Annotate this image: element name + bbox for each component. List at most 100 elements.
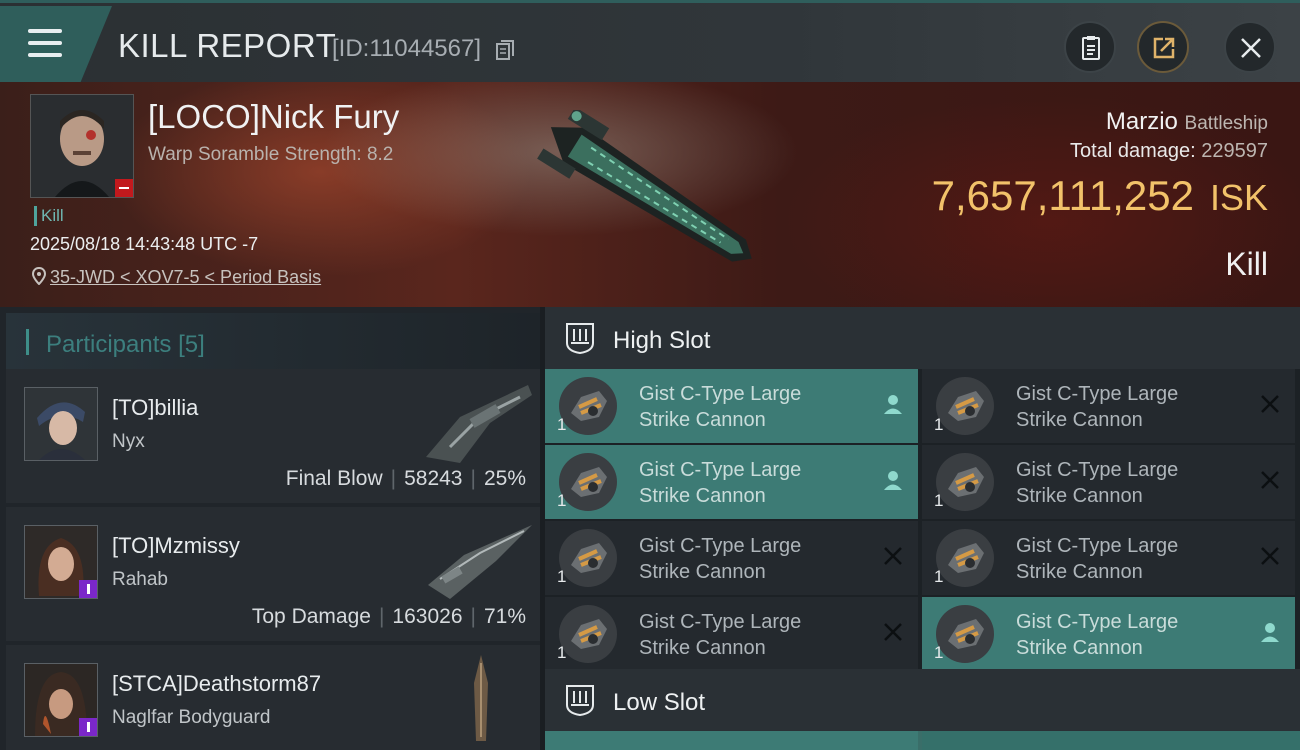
isk-loss: 7,657,111,252 ISK: [932, 172, 1268, 220]
participant-ship-image: [426, 385, 532, 463]
participant-ship-image: [474, 655, 488, 741]
high-slot-title: High Slot: [613, 327, 711, 354]
module-slot[interactable]: 1 Gist C-Type Large Strike Cannon: [922, 445, 1295, 519]
module-quantity: 1: [557, 567, 567, 586]
victim-name[interactable]: [LOCO]Nick Fury: [148, 98, 399, 136]
high-slot-icon: [566, 323, 594, 355]
module-slot[interactable]: 1 Gist C-Type Large Strike Cannon: [922, 369, 1295, 443]
cannon-module-icon: [936, 605, 994, 663]
participant-damage: 163026: [392, 605, 463, 628]
victim-ship: Marzio Battleship: [1106, 108, 1268, 136]
cannon-module-icon: [559, 529, 617, 587]
module-quantity: 1: [934, 643, 944, 662]
top-bar: KILL REPORT [ID:11044567]: [0, 0, 1300, 85]
kill-tag: Kill: [34, 206, 64, 226]
participants-count: [5]: [178, 331, 205, 358]
total-damage-label: Total damage:: [1070, 140, 1196, 162]
destroyed-x-icon: [1261, 547, 1279, 565]
module-quantity: 1: [557, 491, 567, 510]
module-slot[interactable]: 1 Gist C-Type Large Strike Cannon: [922, 521, 1295, 595]
victim-ship-class: Battleship: [1184, 113, 1268, 134]
isk-value: 7,657,111,252: [931, 172, 1194, 219]
module-slot[interactable]: 1 Gist C-Type Large Strike Cannon: [545, 369, 918, 443]
share-button[interactable]: [1137, 21, 1189, 73]
cannon-module-icon: [559, 605, 617, 663]
participant-stats: Top Damage | 163026 | 71%: [251, 605, 526, 628]
module-slot[interactable]: 1 Gist C-Type Large Strike Cannon: [545, 521, 918, 595]
participant-ship: Rahab: [112, 569, 168, 590]
module-name: Gist C-Type Large Strike Cannon: [1016, 535, 1179, 583]
dropped-person-icon: [884, 395, 902, 414]
report-id: [ID:11044567]: [332, 35, 482, 62]
dropped-person-icon: [1261, 623, 1279, 642]
low-slot-header: Low Slot: [545, 669, 1300, 731]
module-name: Gist C-Type Large Strike Cannon: [639, 611, 802, 659]
kill-location[interactable]: 35-JWD < XOV7-5 < Period Basis: [32, 267, 321, 288]
avatar[interactable]: [24, 525, 98, 599]
hostile-status-icon: [115, 179, 133, 197]
module-slot[interactable]: 1 Gist C-Type Large Strike Cannon: [922, 597, 1295, 671]
participant-percent: 71%: [483, 605, 526, 628]
destroyed-x-icon: [1261, 395, 1279, 413]
participant-name[interactable]: [TO]billia: [112, 395, 198, 421]
participant-ship-image: [428, 525, 532, 599]
module-name: Gist C-Type Large Strike Cannon: [639, 459, 802, 507]
destroyed-x-icon: [884, 623, 902, 641]
participant-ship: Nyx: [112, 431, 145, 452]
participant-row[interactable]: [TO]Mzmissy Rahab Top Damage | 163026 | 71%: [6, 507, 540, 641]
module-quantity: 1: [934, 415, 944, 434]
participant-row[interactable]: [TO]billia Nyx Final Blow | 58243 | 25%: [6, 369, 540, 503]
low-slot-row-partial: [545, 731, 1300, 750]
close-icon: [1241, 38, 1261, 58]
participant-role: Top Damage: [251, 605, 371, 628]
close-button[interactable]: [1224, 21, 1276, 73]
victim-ship-name: Marzio: [1105, 108, 1178, 135]
module-slot[interactable]: 1 Gist C-Type Large Strike Cannon: [545, 597, 918, 671]
isk-unit: ISK: [1209, 177, 1268, 218]
page-title: KILL REPORT: [118, 27, 337, 64]
module-name: Gist C-Type Large Strike Cannon: [1016, 459, 1179, 507]
victim-subtitle: Warp Soramble Strength: 8.2: [148, 144, 394, 165]
participant-name[interactable]: [STCA]Deathstorm87: [112, 671, 321, 697]
participant-name[interactable]: [TO]Mzmissy: [112, 533, 240, 559]
share-icon: [1153, 37, 1175, 59]
participant-row[interactable]: [STCA]Deathstorm87 Naglfar Bodyguard: [6, 645, 540, 750]
cannon-module-icon: [936, 453, 994, 511]
cannon-module-icon: [559, 453, 617, 511]
participants-header: Participants [5]: [6, 313, 540, 369]
module-name: Gist C-Type Large Strike Cannon: [1016, 611, 1179, 659]
kill-result: Kill: [1225, 246, 1268, 282]
kill-datetime: 2025/08/18 14:43:48 UTC -7: [30, 234, 259, 254]
cannon-module-icon: [559, 377, 617, 435]
total-damage-value: 229597: [1201, 140, 1268, 162]
module-quantity: 1: [557, 415, 567, 434]
low-slot-icon: [566, 685, 594, 717]
participant-stats: Final Blow | 58243 | 25%: [285, 467, 526, 490]
corp-badge-icon: [79, 580, 97, 598]
participant-ship: Naglfar Bodyguard: [112, 707, 271, 728]
destroyed-x-icon: [884, 547, 902, 565]
total-damage: Total damage: 229597: [1070, 140, 1268, 163]
low-slot-title: Low Slot: [613, 689, 706, 716]
module-quantity: 1: [557, 643, 567, 662]
menu-button[interactable]: [0, 6, 112, 82]
victim-banner: [LOCO]Nick Fury Warp Soramble Strength: …: [0, 82, 1300, 307]
clipboard-icon: [1082, 36, 1100, 60]
destroyed-x-icon: [1261, 471, 1279, 489]
fittings-panel: High Slot 1 Gist C-Type Large Strike Canno…: [545, 307, 1300, 750]
victim-portrait[interactable]: [30, 94, 134, 198]
clipboard-button[interactable]: [1064, 21, 1116, 73]
module-name: Gist C-Type Large Strike Cannon: [639, 383, 802, 431]
avatar[interactable]: [24, 387, 98, 461]
module-quantity: 1: [934, 491, 944, 510]
victim-ship-image: [537, 110, 752, 262]
dropped-person-icon: [884, 471, 902, 490]
module-slot[interactable]: 1 Gist C-Type Large Strike Cannon: [545, 445, 918, 519]
location-link[interactable]: 35-JWD < XOV7-5 < Period Basis: [50, 267, 321, 287]
avatar[interactable]: [24, 663, 98, 737]
corp-badge-icon: [79, 718, 97, 736]
cannon-module-icon: [936, 377, 994, 435]
participants-panel: Participants [5] [TO]billia Nyx Final Bl…: [0, 307, 540, 750]
cannon-module-icon: [936, 529, 994, 587]
copy-icon[interactable]: [496, 40, 514, 60]
